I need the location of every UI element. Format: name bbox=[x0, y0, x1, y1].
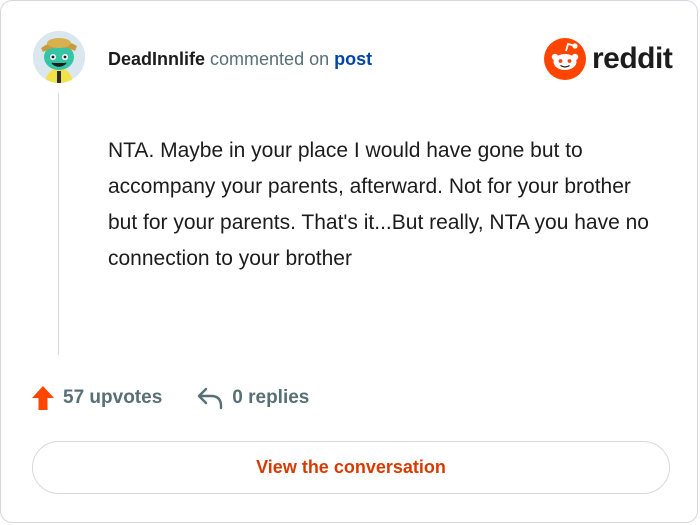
reply-arrow-icon bbox=[198, 387, 223, 410]
comment-embed-card: DeadInnlife commented on post reddit NTA… bbox=[0, 0, 698, 523]
avatar-image bbox=[33, 31, 85, 83]
upvote-button[interactable]: 57 upvotes bbox=[31, 385, 162, 411]
upvote-arrow-icon bbox=[32, 386, 54, 410]
upvote-count: 57 upvotes bbox=[63, 387, 163, 408]
reddit-snoo-icon bbox=[544, 38, 586, 80]
thread-line bbox=[58, 93, 59, 355]
username-link[interactable]: DeadInnlife bbox=[108, 49, 205, 69]
reddit-wordmark: reddit bbox=[592, 42, 673, 75]
reddit-logo[interactable]: reddit bbox=[544, 38, 673, 80]
avatar[interactable] bbox=[33, 31, 85, 83]
comment-header: DeadInnlife commented on post bbox=[108, 47, 372, 71]
post-link[interactable]: post bbox=[334, 49, 372, 69]
replies-button[interactable]: 0 replies bbox=[196, 386, 309, 410]
reply-count: 0 replies bbox=[232, 387, 310, 408]
comment-action-text: commented on bbox=[210, 49, 330, 69]
view-conversation-button[interactable]: View the conversation bbox=[32, 441, 670, 494]
comment-body: NTA. Maybe in your place I would have go… bbox=[108, 139, 649, 270]
comment-actions: 57 upvotes 0 replies bbox=[31, 383, 309, 413]
